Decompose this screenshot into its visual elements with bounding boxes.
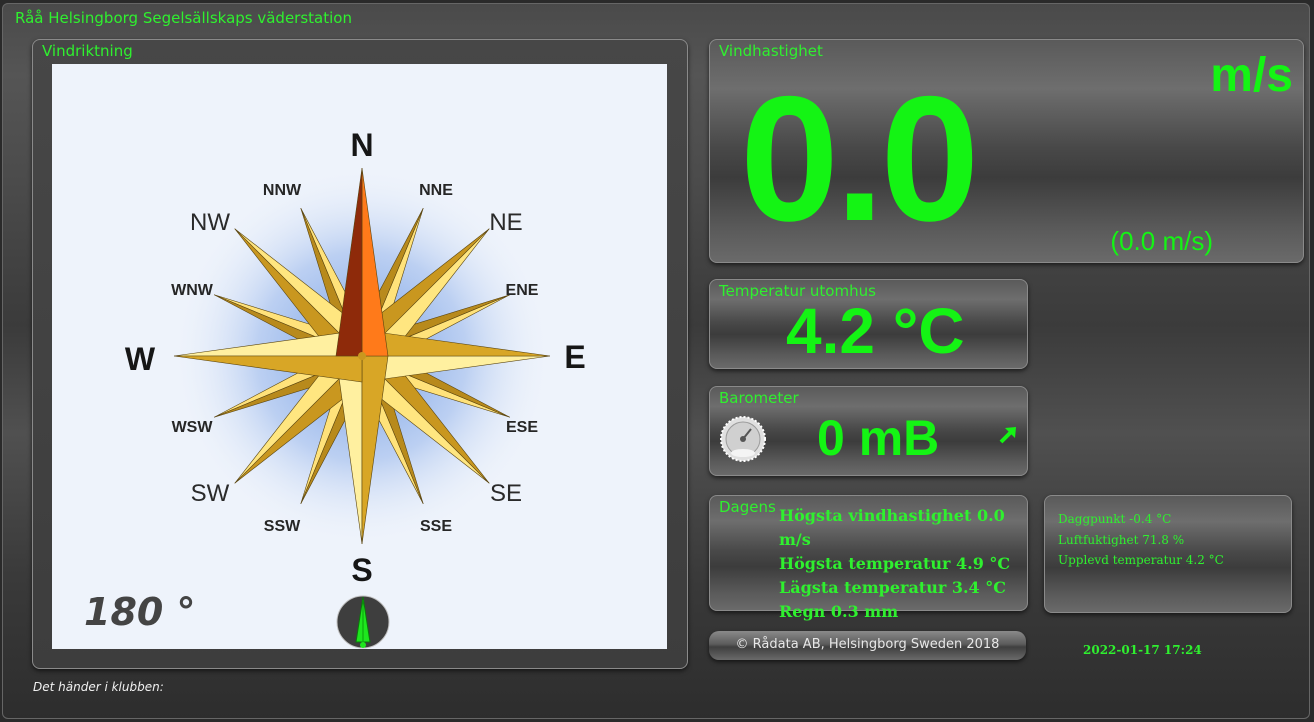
wind-direction-label: Vindriktning: [42, 42, 133, 60]
rose-center: [358, 352, 366, 360]
label-ese: ESE: [506, 419, 538, 436]
label-ene: ENE: [506, 282, 539, 299]
wind-speed-secondary: (0.0 m/s): [1110, 226, 1213, 256]
barometer-panel: Barometer 0 mB: [709, 386, 1028, 476]
humidity: Luftfuktighet 71.8 %: [1058, 532, 1185, 547]
dewpoint: Daggpunkt -0.4 °C: [1058, 512, 1172, 526]
label-wnw: WNW: [171, 282, 214, 299]
daily-panel: Dagens Högsta vindhastighet 0.0 m/s Högs…: [709, 495, 1028, 621]
extra-stats: Daggpunkt -0.4 °C Luftfuktighet 71.8 % U…: [1058, 509, 1224, 571]
arrow-up-right-icon: [999, 427, 1016, 444]
label-e: E: [564, 339, 585, 375]
temperature-value: 4.2 °C: [786, 295, 965, 367]
compass-area: N S E W NE SE SW NW NNE ENE ESE SSE SSW …: [52, 64, 667, 649]
daily-stats: Högsta vindhastighet 0.0 m/s Högsta temp…: [779, 504, 1027, 624]
copyright-bar: © Rådata AB, Helsingborg Sweden 2018: [709, 631, 1026, 660]
daily-label: Dagens: [719, 498, 776, 516]
wind-speed-unit: m/s: [1210, 49, 1293, 102]
label-sse: SSE: [420, 518, 452, 535]
datetime: 2022-01-17 17:24: [1083, 643, 1202, 657]
label-nw: NW: [190, 209, 230, 236]
temperature-panel: Temperatur utomhus 4.2 °C: [709, 279, 1028, 369]
extra-panel: Daggpunkt -0.4 °C Luftfuktighet 71.8 % U…: [1044, 495, 1292, 613]
daily-rain: Regn 0.3 mm: [779, 602, 899, 621]
club-news-label: Det händer i klubben:: [33, 680, 164, 694]
label-w: W: [125, 341, 156, 377]
label-ne: NE: [489, 209, 522, 236]
app-title: Råå Helsingborg Segelsällskaps väderstat…: [15, 9, 352, 27]
wind-speed-value: 0.0: [740, 59, 979, 258]
barometer-label: Barometer: [719, 389, 799, 407]
daily-max-wind: Högsta vindhastighet 0.0 m/s: [779, 506, 1005, 549]
wind-speed-panel: Vindhastighet 0.0 m/s (0.0 m/s): [709, 39, 1304, 263]
label-s: S: [351, 552, 372, 588]
compass-rose-svg: N S E W NE SE SW NW NNE ENE ESE SSE SSW …: [125, 127, 586, 649]
label-nne: NNE: [419, 182, 453, 199]
label-wsw: WSW: [172, 419, 214, 436]
barometer-value: 0 mB: [817, 410, 940, 466]
label-sw: SW: [191, 480, 230, 507]
daily-min-temp: Lägsta temperatur 3.4 °C: [779, 578, 1006, 597]
daily-max-temp: Högsta temperatur 4.9 °C: [779, 554, 1011, 573]
wind-direction-panel: Vindriktning N S E W NE SE SW NW NNE ENE…: [32, 39, 688, 669]
label-se: SE: [490, 480, 522, 507]
wind-pointer-icon: [336, 595, 390, 649]
wind-degrees: 180 °: [84, 590, 196, 634]
gauge-icon: [720, 416, 766, 462]
feels-like: Upplevd temperatur 4.2 °C: [1058, 553, 1224, 567]
label-n: N: [350, 127, 373, 163]
label-nnw: NNW: [263, 182, 302, 199]
label-ssw: SSW: [264, 518, 301, 535]
